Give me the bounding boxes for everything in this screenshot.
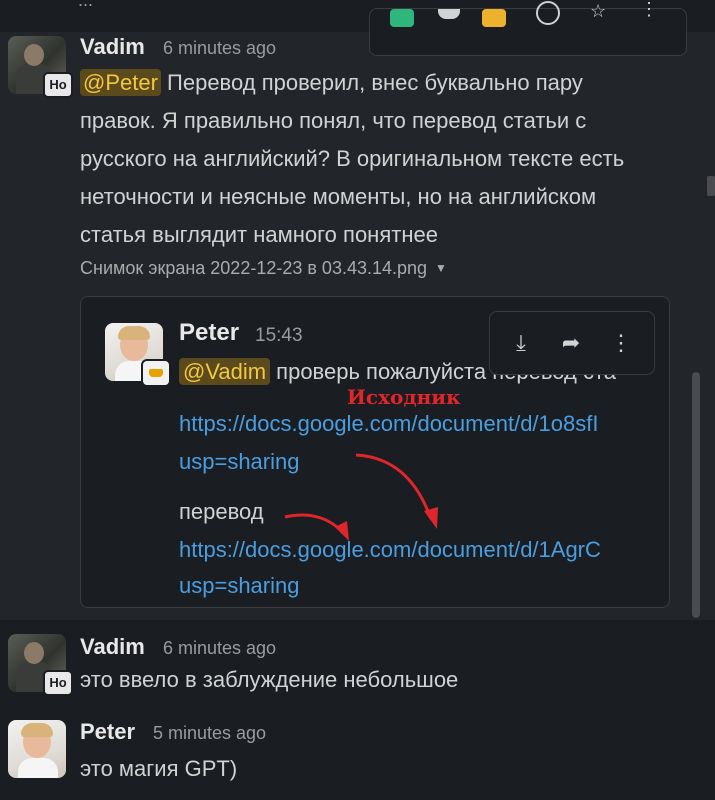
attachment-name[interactable]: Снимок экрана 2022-12-23 в 03.43.14.png ▼ xyxy=(80,258,447,279)
more-icon[interactable]: ⋮ xyxy=(640,0,664,19)
message-peter[interactable]: Peter 5 minutes ago это магия GPT) xyxy=(0,718,715,792)
scrollbar-notch xyxy=(707,176,715,196)
chevron-down-icon[interactable]: ▼ xyxy=(435,261,447,275)
message-time[interactable]: 6 minutes ago xyxy=(163,38,276,59)
preview-actions: ⤓ ➦ ⋮ xyxy=(489,311,655,375)
message-time[interactable]: 6 minutes ago xyxy=(163,638,276,659)
message-actions-toolbar: ☆ ⋮ xyxy=(369,0,687,56)
more-vertical-icon[interactable]: ⋮ xyxy=(606,328,636,358)
cut-off-text: ... xyxy=(78,0,94,10)
message-text: @Peter Перевод проверил, внес буквально … xyxy=(80,69,625,247)
reaction-raised-hands-icon[interactable] xyxy=(482,9,506,27)
message-time[interactable]: 5 minutes ago xyxy=(153,723,266,744)
bookmark-icon[interactable]: ☆ xyxy=(590,1,614,21)
avatar-peter[interactable] xyxy=(8,720,66,778)
reaction-eyes-icon[interactable] xyxy=(438,9,460,19)
status-badge: Но xyxy=(43,670,73,696)
author-name[interactable]: Peter xyxy=(80,719,135,745)
reaction-check-icon[interactable] xyxy=(390,9,414,27)
message-vadim-2[interactable]: Но Vadim 6 minutes ago это ввело в заблу… xyxy=(0,632,715,702)
mention-peter[interactable]: @Peter xyxy=(80,69,161,96)
add-reaction-icon[interactable] xyxy=(536,1,560,25)
author-name[interactable]: Vadim xyxy=(80,634,145,660)
message-text: это ввело в заблуждение небольшое xyxy=(80,667,459,692)
author-name[interactable]: Vadim xyxy=(80,34,145,60)
message-vadim-1[interactable]: Но Vadim 6 minutes ago ☆ ⋮ @Peter Перево… xyxy=(0,0,715,620)
download-icon[interactable]: ⤓ xyxy=(506,328,536,358)
message-text: это магия GPT) xyxy=(80,756,238,781)
share-icon[interactable]: ➦ xyxy=(556,328,586,358)
scrollbar[interactable] xyxy=(692,372,700,618)
status-badge: Но xyxy=(43,72,73,98)
image-attachment-preview[interactable]: Peter 15:43 @Vadim проверь пожалуйста пе… xyxy=(80,296,670,608)
